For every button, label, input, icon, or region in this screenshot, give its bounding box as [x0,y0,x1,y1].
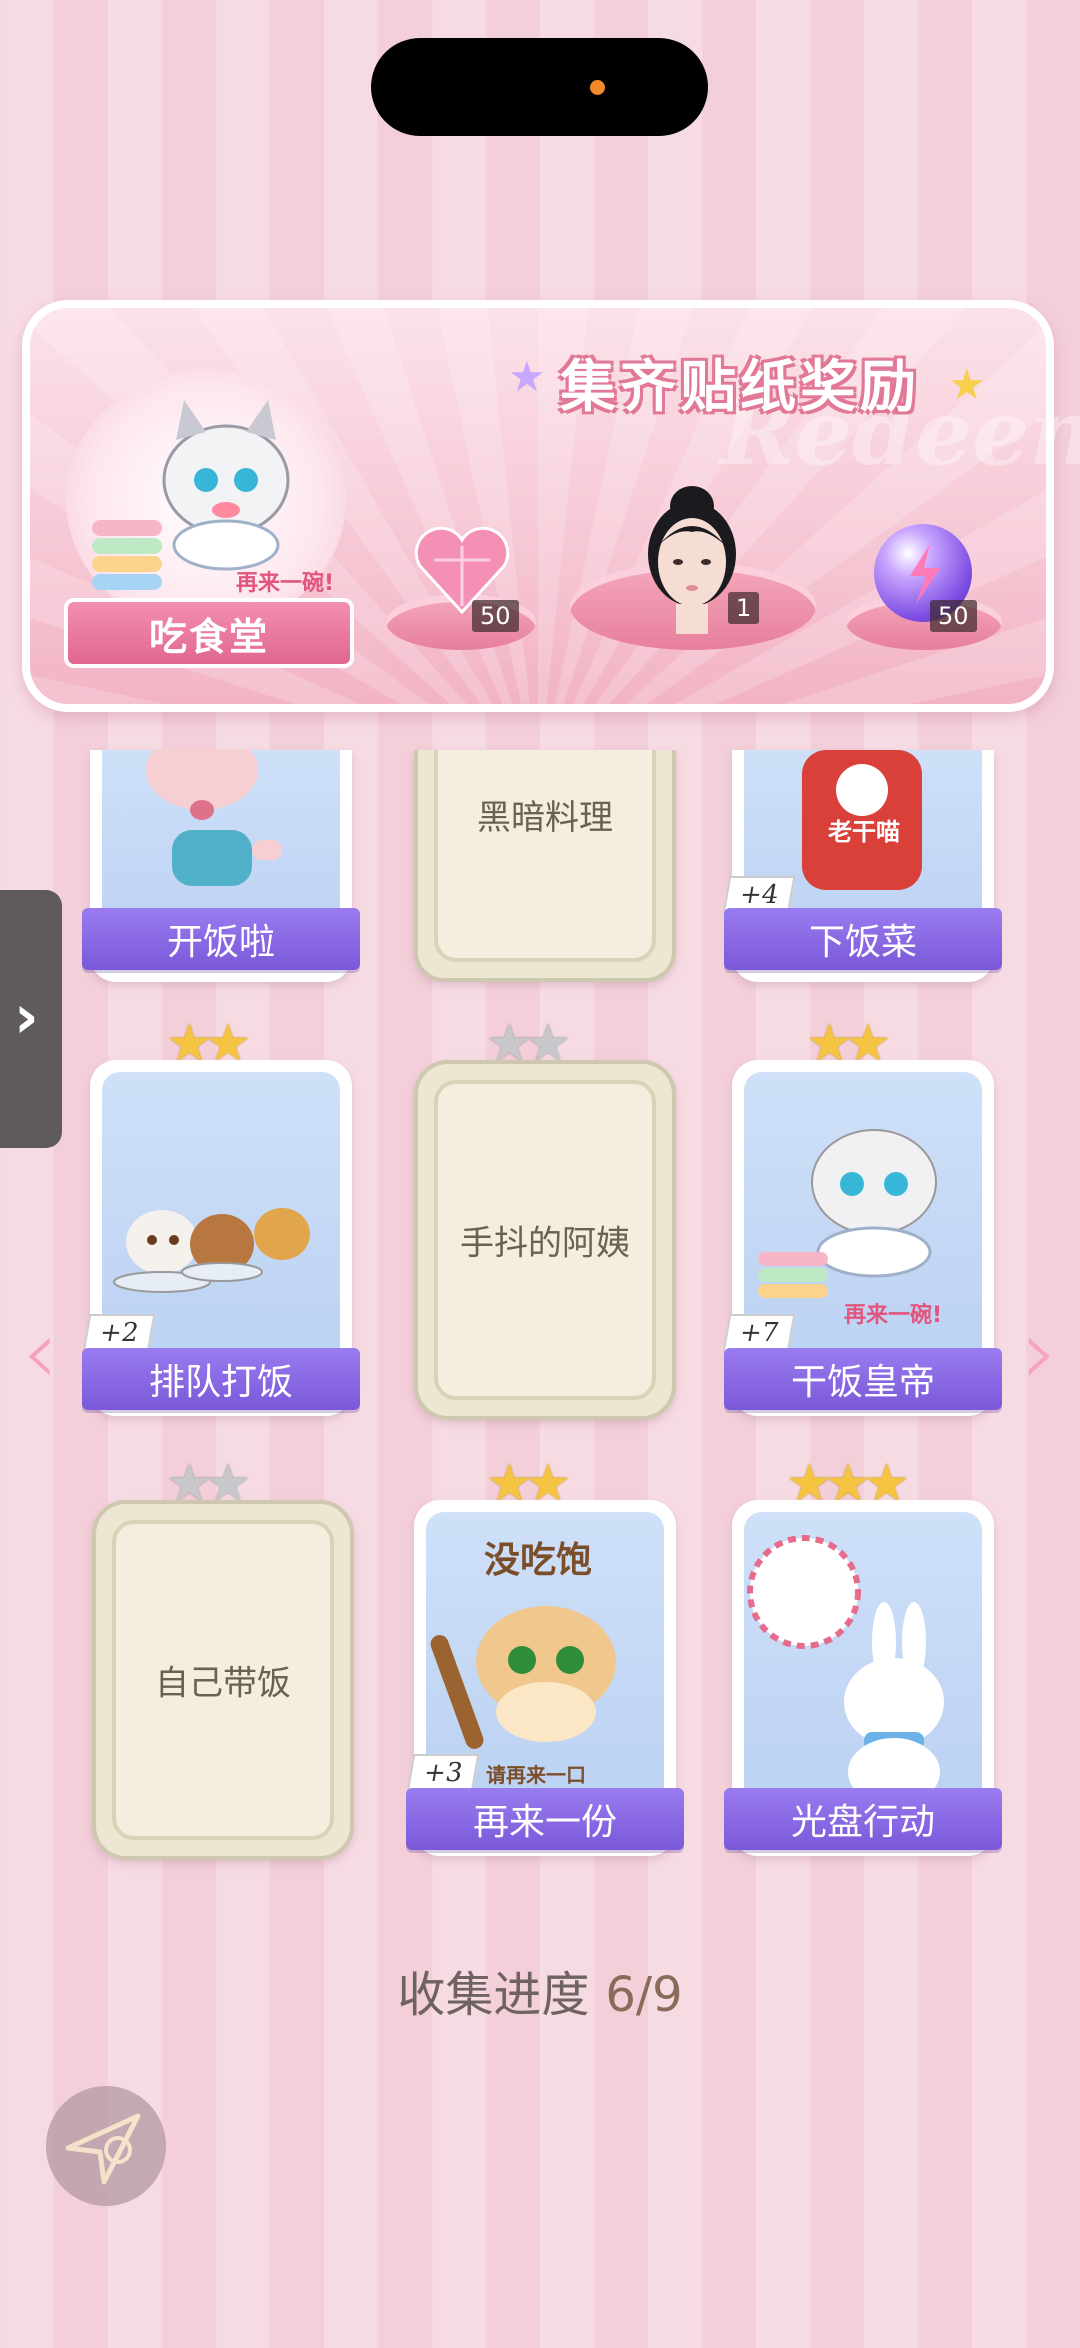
reward-count-badge: 50 [930,600,977,632]
sticker-name: 光盘行动 [724,1788,1002,1850]
sticker-name: 再来一份 [406,1788,684,1850]
sticker-name: 下饭菜 [724,908,1002,970]
reward-count-badge: 50 [472,600,519,632]
camera-notch [371,38,708,136]
share-button[interactable] [46,2086,166,2206]
collection-progress: 收集进度 6/9 [0,1955,1080,2025]
sticker-card-locked[interactable]: 自己带饭 [92,1500,354,1860]
canteen-label[interactable]: 吃食堂 [64,598,354,668]
sticker-card[interactable]: 老干喵 +4 下饭菜 [722,750,1002,982]
sticker-card[interactable]: 没吃饱 请再来一口 +3 再来一份 [406,1500,684,1856]
next-page-arrow-icon[interactable]: › [1022,1300,1058,1405]
svg-text:老干喵: 老干喵 [828,818,900,846]
svg-text:没吃饱: 没吃饱 [484,1540,592,1581]
canteen-cat-illustration[interactable]: 再来一碗! [66,370,346,630]
banner-title: 集齐贴纸奖励 [560,355,920,420]
svg-text:再来一碗!: 再来一碗! [844,1302,942,1328]
progress-value: 6/9 [605,1967,683,2023]
share-icon [65,2113,141,2185]
svg-text:请再来一口: 请再来一口 [486,1763,586,1787]
indicator-dot [590,80,605,95]
sticker-name: 手抖的阿姨 [460,1223,630,1264]
sticker-card-locked[interactable]: 手抖的阿姨 [414,1060,676,1420]
sticker-name: 开饭啦 [82,908,360,970]
sticker-card[interactable]: 光盘行动 [724,1500,1002,1856]
prev-page-arrow-icon[interactable]: ‹ [22,1300,58,1405]
sticker-name: 干饭皇帝 [724,1348,1002,1410]
star-deco-icon: ★ [948,360,986,409]
star-deco-icon: ★ [508,352,546,401]
sticker-name: 自己带饭 [155,1663,291,1704]
sticker-card[interactable]: 开饭啦 [82,750,360,982]
chevron-right-icon: › [14,982,39,1052]
sticker-card[interactable]: 再来一碗! +7 干饭皇帝 [722,1060,1002,1416]
sticker-card[interactable]: +2 排队打饭 [82,1060,360,1416]
duplicate-count: +3 [406,1754,480,1792]
reward-count-badge: 1 [728,592,760,624]
svg-text:再来一碗!: 再来一碗! [236,570,334,596]
duplicate-count: +7 [722,1314,796,1352]
duplicate-count: +2 [82,1314,156,1352]
sticker-name: 排队打饭 [82,1348,360,1410]
progress-label: 收集进度 [397,1967,590,2023]
side-drawer-tab[interactable]: › [0,890,62,1148]
sticker-card-locked[interactable]: 黑暗料理 [414,750,676,982]
sticker-name: 黑暗料理 [477,798,613,838]
